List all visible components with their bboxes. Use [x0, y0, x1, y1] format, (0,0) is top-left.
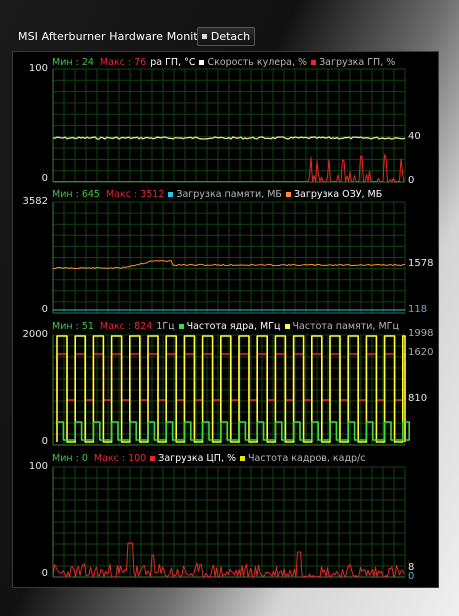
graph-header: Мин : 51 Макс : 824 1Гц Частота ядра, МГц Ча… [52, 321, 407, 332]
stat-min: Мин : 0 [52, 453, 88, 464]
legend-item: Частота памяти, МГц [292, 321, 399, 332]
graph-header: Мин : 24 Макс : 76 ра ГП, °С Скорость кулер… [52, 57, 407, 68]
y-axis-min: 0 [41, 304, 48, 315]
stat-max: Макс : 3512 [105, 189, 165, 200]
y-axis-max: 2000 [22, 329, 48, 340]
core-clock-line [57, 421, 411, 441]
legend-marker-icon [284, 323, 290, 329]
legend-marker-icon [199, 59, 205, 65]
stat-max: Макс : 100 [93, 453, 147, 464]
y-axis-min: 0 [41, 436, 48, 447]
graph-header: Мин : 645 Макс : 3512 Загрузка памяти, МБ З… [52, 189, 407, 200]
legend-item: Загрузка ОЗУ, МБ [293, 189, 383, 200]
detach-icon [201, 34, 207, 39]
legend-item: Загрузка памяти, МБ [176, 189, 282, 200]
y-axis-max: 100 [28, 63, 48, 74]
legend-item: Частота ядра, МГц [186, 321, 281, 332]
legend-marker-icon [240, 455, 246, 461]
legend-item: Загрузка ЦП, % [158, 453, 237, 464]
y-axis-max: 3582 [22, 196, 48, 207]
memory-clock-max-line [56, 335, 406, 443]
legend-item: 1Гц [156, 321, 175, 332]
current-value-label: 40 [408, 131, 421, 142]
legend-marker-icon [178, 323, 184, 329]
graph-header: Мин : 0 Макс : 100 Загрузка ЦП, % Частота к… [52, 453, 407, 464]
legend-item: Скорость кулера, % [207, 57, 308, 68]
legend-marker-icon [311, 59, 317, 65]
current-value-label: 1998 [408, 328, 434, 339]
current-value-label: 810 [408, 393, 428, 404]
legend-item: Частота кадров, кадр/с [248, 453, 366, 464]
stat-max: Макс : 76 [99, 57, 147, 68]
current-value-label: 0 [408, 571, 415, 582]
legend-marker-icon [168, 191, 174, 197]
legend-marker-icon [285, 191, 291, 197]
current-value-label: 1620 [408, 347, 434, 358]
legend-item: ра ГП, °С [150, 57, 196, 68]
stat-max: Макс : 824 [99, 321, 153, 332]
monitor-panel: Мин : 24 Макс : 76 ра ГП, °С Скорость кулер… [12, 51, 439, 588]
y-axis-min: 0 [41, 173, 48, 184]
window-title: MSI Afterburner Hardware Monitor [18, 30, 210, 43]
current-value-label: 1578 [408, 258, 434, 269]
current-value-label: 118 [408, 304, 428, 315]
detach-button[interactable]: Detach [197, 27, 255, 46]
y-axis-min: 0 [41, 568, 48, 579]
stat-min: Мин : 51 [52, 321, 94, 332]
y-axis-max: 100 [28, 461, 48, 472]
detach-label: Detach [210, 30, 251, 43]
legend-item: Загрузка ГП, % [319, 57, 396, 68]
legend-marker-icon [150, 455, 156, 461]
stat-min: Мин : 645 [52, 189, 100, 200]
stat-min: Мин : 24 [52, 57, 94, 68]
current-value-label: 0 [408, 175, 415, 186]
